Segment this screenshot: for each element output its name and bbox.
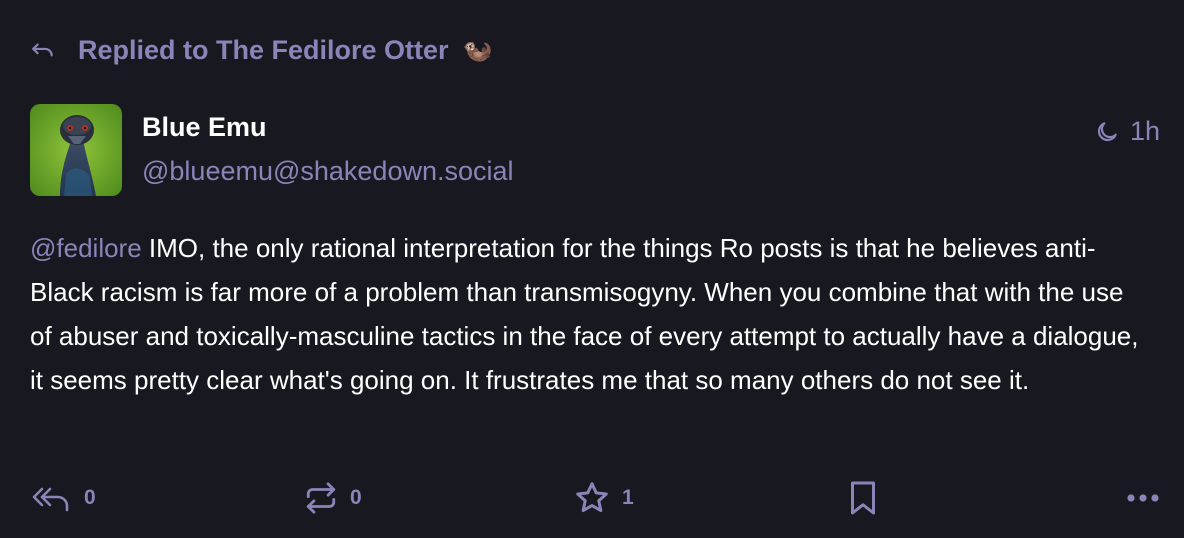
display-name[interactable]: Blue Emu (142, 112, 267, 143)
boost-icon (304, 481, 338, 515)
account-handle[interactable]: @blueemu@shakedown.social (142, 156, 514, 187)
moon-icon (1094, 119, 1120, 145)
star-icon (574, 480, 610, 516)
reply-button[interactable]: 0 (30, 476, 96, 520)
action-bar: 0 0 1 (30, 476, 1160, 520)
post-content: @fedilore IMO, the only rational interpr… (30, 226, 1140, 402)
favourite-count: 1 (622, 486, 634, 509)
replied-to-text: Replied to The Fedilore Otter (78, 34, 449, 65)
favourite-button[interactable]: 1 (574, 476, 634, 520)
post-timestamp[interactable]: 1h (1094, 116, 1160, 147)
bookmark-button[interactable] (848, 476, 878, 520)
mention-link[interactable]: @fedilore (30, 233, 142, 263)
reply-count: 0 (84, 486, 96, 509)
post-text: IMO, the only rational interpretation fo… (30, 233, 1139, 395)
avatar[interactable] (30, 104, 122, 196)
bookmark-icon (848, 480, 878, 516)
ellipsis-icon (1126, 493, 1160, 503)
replied-to-link[interactable]: Replied to The Fedilore Otter 🦦 (30, 30, 492, 70)
reply-all-icon (30, 483, 72, 513)
boost-count: 0 (350, 486, 362, 509)
boost-button[interactable]: 0 (304, 476, 362, 520)
reply-arrow-icon (30, 37, 56, 63)
more-options-button[interactable] (1126, 476, 1160, 520)
timestamp-text: 1h (1129, 116, 1160, 146)
otter-emoji: 🦦 (462, 36, 493, 64)
